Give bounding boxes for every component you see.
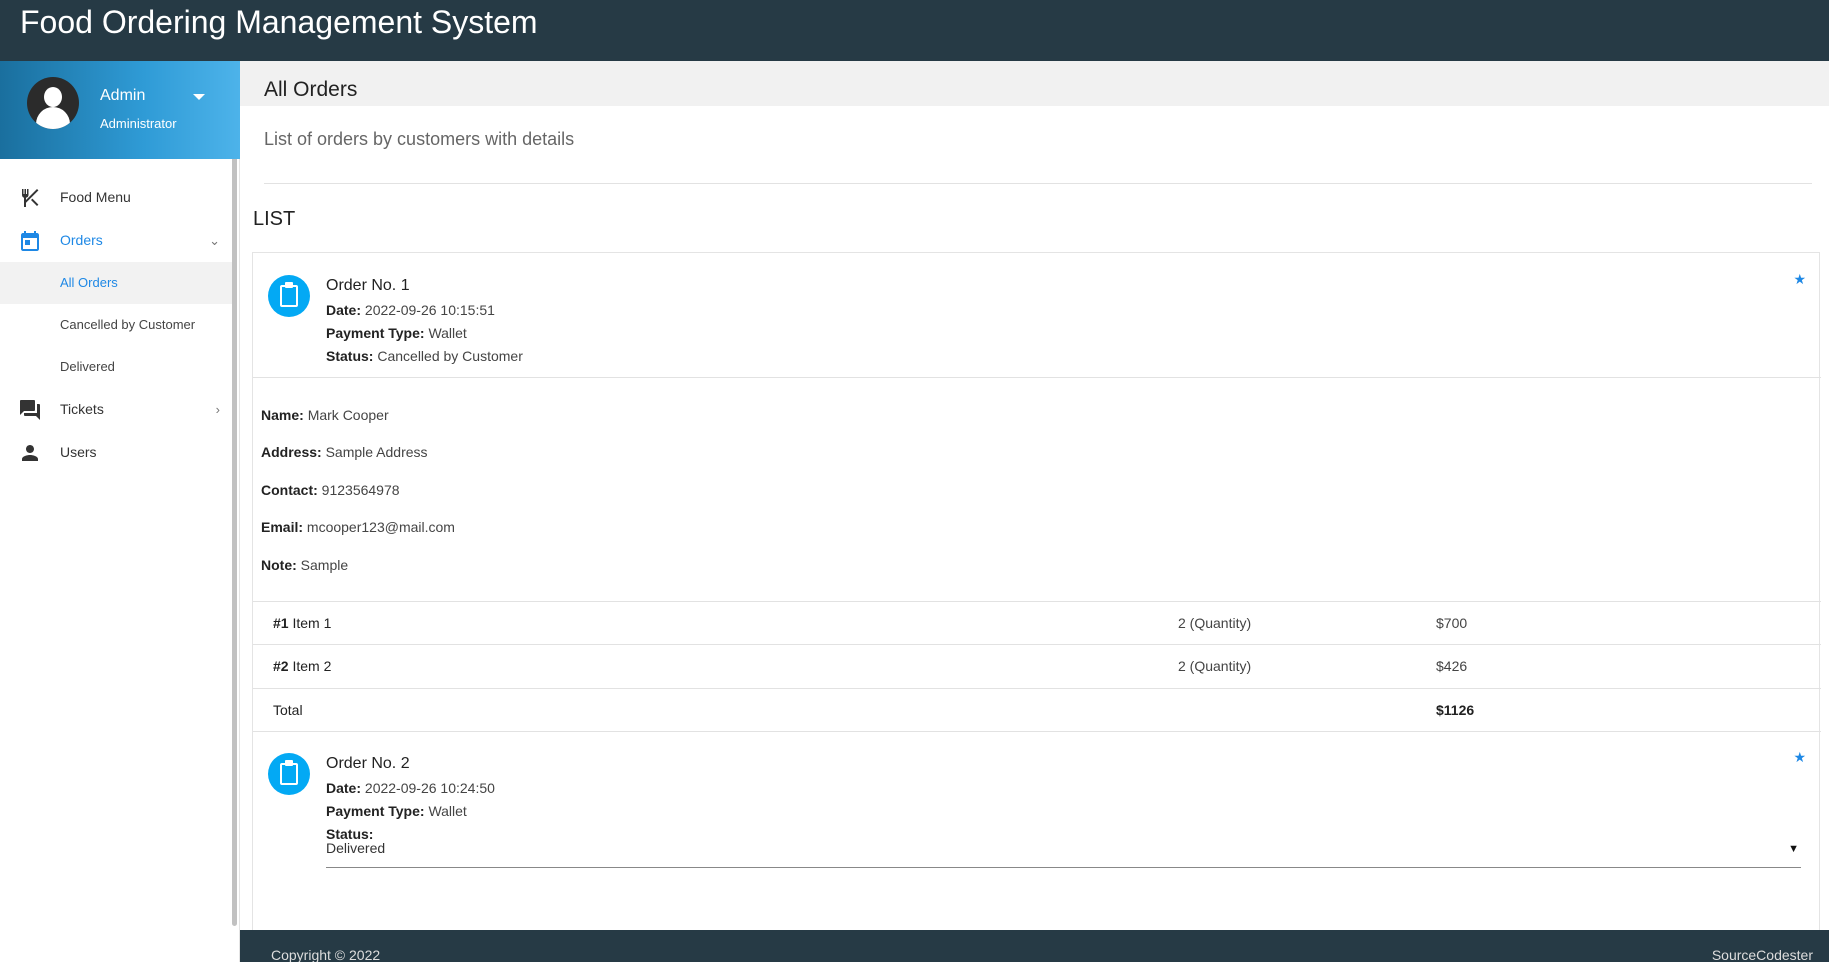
sidebar-item-label: Users bbox=[60, 444, 97, 460]
chevron-right-icon: › bbox=[215, 402, 220, 417]
item-quantity: 2 (Quantity) bbox=[1178, 658, 1252, 674]
customer-email: Email: mcooper123@mail.com bbox=[261, 519, 455, 535]
item-price: $426 bbox=[1436, 658, 1468, 674]
payment-type-value: Wallet bbox=[428, 325, 467, 341]
item-price: $700 bbox=[1436, 615, 1468, 631]
sidebar-item-label: Orders bbox=[60, 232, 103, 248]
contact-value: 9123564978 bbox=[321, 482, 400, 498]
date-value: 2022-09-26 10:15:51 bbox=[364, 302, 495, 318]
divider bbox=[253, 377, 1821, 378]
status-select[interactable]: Delivered ▼ bbox=[326, 833, 1801, 868]
person-icon bbox=[22, 445, 38, 461]
name-value: Mark Cooper bbox=[307, 407, 389, 423]
customer-name: Name: Mark Cooper bbox=[261, 407, 389, 423]
total-label: Total bbox=[273, 702, 303, 718]
sidebar-item-label: Food Menu bbox=[60, 189, 131, 205]
customer-contact: Contact: 9123564978 bbox=[261, 482, 400, 498]
sidebar-item-all-orders[interactable]: All Orders bbox=[0, 262, 232, 304]
sidebar: Admin Administrator Food Menu Orders ⌄ A… bbox=[0, 61, 240, 962]
list-heading: LIST bbox=[253, 208, 296, 230]
divider bbox=[253, 731, 1821, 732]
caret-down-icon[interactable] bbox=[193, 94, 205, 100]
sidebar-item-label: Tickets bbox=[60, 401, 104, 417]
order-payment-type: Payment Type: Wallet bbox=[326, 803, 467, 819]
top-bar: Food Ordering Management System bbox=[0, 0, 1829, 61]
clipboard-icon bbox=[268, 275, 310, 317]
order-status: Status: Cancelled by Customer bbox=[326, 348, 523, 364]
chevron-down-icon: ⌄ bbox=[209, 233, 220, 248]
sidebar-nav: Food Menu Orders ⌄ All Orders Cancelled … bbox=[0, 176, 232, 474]
avatar bbox=[27, 77, 79, 129]
note-label: Note: bbox=[261, 557, 297, 573]
sidebar-item-cancelled-by-customer[interactable]: Cancelled by Customer bbox=[0, 304, 232, 346]
order-date: Date: 2022-09-26 10:15:51 bbox=[326, 302, 495, 318]
customer-address: Address: Sample Address bbox=[261, 444, 428, 460]
address-value: Sample Address bbox=[325, 444, 428, 460]
orders-list: Order No. 1 Date: 2022-09-26 10:15:51 Pa… bbox=[252, 252, 1821, 932]
customer-note: Note: Sample bbox=[261, 557, 348, 573]
clipboard-icon bbox=[268, 753, 310, 795]
payment-type-label: Payment Type: bbox=[326, 325, 425, 341]
chat-icon bbox=[20, 400, 40, 420]
payment-type-label: Payment Type: bbox=[326, 803, 425, 819]
order-date: Date: 2022-09-26 10:24:50 bbox=[326, 780, 495, 796]
item-quantity: 2 (Quantity) bbox=[1178, 615, 1252, 631]
footer-credit[interactable]: SourceCodester bbox=[1712, 947, 1813, 962]
total-value: $1126 bbox=[1436, 702, 1475, 718]
table-row: #2 Item 2 2 (Quantity) $426 bbox=[253, 644, 1821, 688]
order-number: Order No. 1 bbox=[326, 277, 410, 294]
sidebar-item-users[interactable]: Users bbox=[0, 431, 232, 474]
item-name: #1 Item 1 bbox=[273, 615, 331, 631]
main-content: All Orders List of orders by customers w… bbox=[240, 61, 1829, 932]
email-value: mcooper123@mail.com bbox=[306, 519, 455, 535]
order-payment-type: Payment Type: Wallet bbox=[326, 325, 467, 341]
status-select-value: Delivered bbox=[326, 840, 386, 856]
page-title: All Orders bbox=[264, 78, 358, 101]
item-number: #2 bbox=[273, 658, 289, 674]
star-icon[interactable]: ★ bbox=[1793, 749, 1806, 766]
page-header: All Orders bbox=[240, 61, 1829, 106]
sidebar-item-delivered[interactable]: Delivered bbox=[0, 346, 232, 388]
sidebar-item-tickets[interactable]: Tickets › bbox=[0, 388, 232, 431]
contact-label: Contact: bbox=[261, 482, 318, 498]
app-title: Food Ordering Management System bbox=[20, 4, 538, 40]
star-icon[interactable]: ★ bbox=[1793, 271, 1806, 288]
sidebar-scrollbar[interactable] bbox=[232, 61, 237, 926]
page-subtitle: List of orders by customers with details bbox=[264, 129, 575, 149]
user-profile[interactable]: Admin Administrator bbox=[0, 61, 240, 159]
orders-submenu: All Orders Cancelled by Customer Deliver… bbox=[0, 262, 232, 388]
date-label: Date: bbox=[326, 302, 362, 318]
item-name: #2 Item 2 bbox=[273, 658, 331, 674]
item-title: Item 2 bbox=[292, 658, 332, 674]
item-number: #1 bbox=[273, 615, 289, 631]
dropdown-arrow-icon: ▼ bbox=[1788, 843, 1799, 855]
sidebar-item-food-menu[interactable]: Food Menu bbox=[0, 176, 232, 219]
payment-type-value: Wallet bbox=[428, 803, 467, 819]
date-value: 2022-09-26 10:24:50 bbox=[364, 780, 495, 796]
copyright: Copyright © 2022 bbox=[271, 947, 381, 962]
total-row: Total $1126 bbox=[253, 688, 1821, 732]
date-label: Date: bbox=[326, 780, 362, 796]
calendar-icon bbox=[21, 231, 39, 251]
status-label: Status: bbox=[326, 348, 374, 364]
divider bbox=[264, 183, 1812, 184]
table-row: #1 Item 1 2 (Quantity) $700 bbox=[253, 601, 1821, 645]
submenu-label: Cancelled by Customer bbox=[60, 317, 196, 332]
submenu-label: Delivered bbox=[60, 359, 115, 374]
user-role: Administrator bbox=[100, 116, 177, 131]
name-label: Name: bbox=[261, 407, 304, 423]
sidebar-item-orders[interactable]: Orders ⌄ bbox=[0, 219, 232, 262]
address-label: Address: bbox=[261, 444, 322, 460]
user-name: Admin bbox=[100, 87, 146, 104]
submenu-label: All Orders bbox=[60, 275, 118, 290]
order-number: Order No. 2 bbox=[326, 755, 410, 772]
footer: Copyright © 2022 SourceCodester bbox=[240, 930, 1829, 962]
fork-knife-icon bbox=[22, 189, 39, 207]
status-value: Cancelled by Customer bbox=[377, 348, 523, 364]
item-title: Item 1 bbox=[292, 615, 332, 631]
email-label: Email: bbox=[261, 519, 304, 535]
note-value: Sample bbox=[300, 557, 349, 573]
